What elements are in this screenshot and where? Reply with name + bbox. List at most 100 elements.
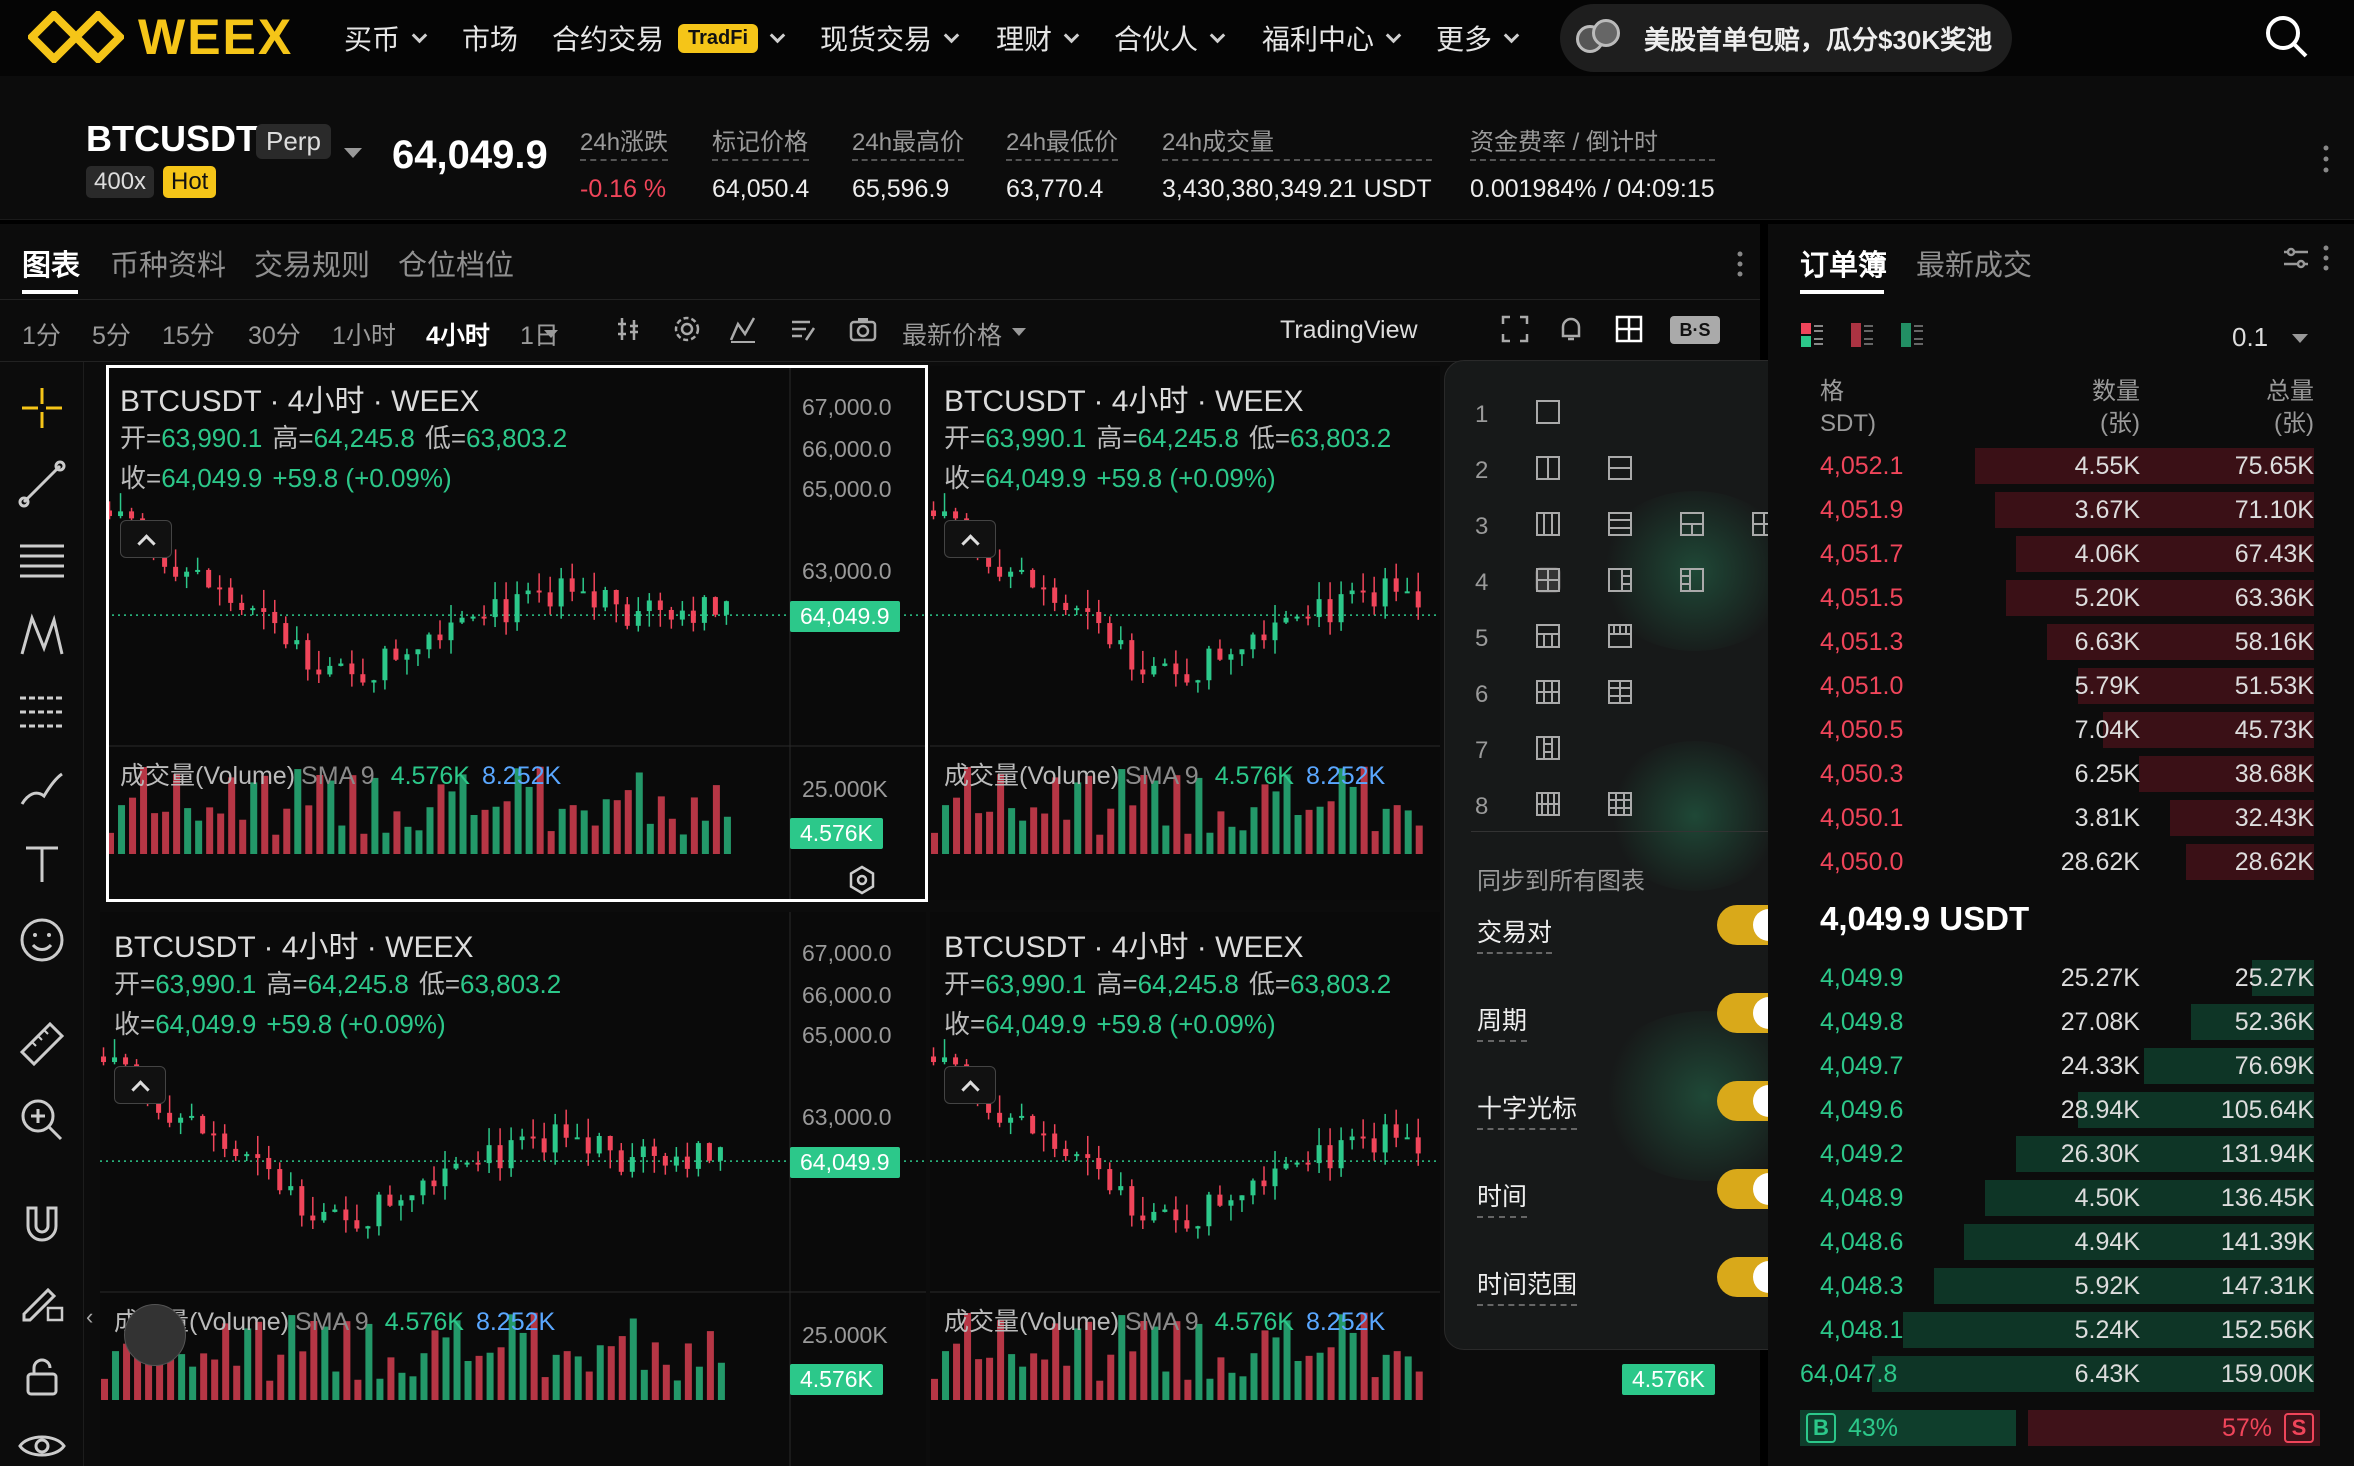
chart-pane-2[interactable]: BTCUSDT · 4小时 · WEEX 开=63,990.1 高=64,245.8… — [100, 912, 926, 1466]
bid-row[interactable]: 4,049.8 27.08K 52.36K — [1800, 1002, 2314, 1042]
precision-select[interactable]: 0.1 — [2232, 322, 2268, 353]
timeframe-6[interactable]: 1日 — [520, 316, 559, 352]
ask-row[interactable]: 4,050.3 6.25K 38.68K — [1800, 754, 2314, 794]
collapse-tools-icon[interactable]: ‹ — [86, 1304, 93, 1330]
price-type-select[interactable]: 最新价格 — [902, 316, 1002, 352]
tab-orderbook-0[interactable]: 订单簿 — [1800, 242, 1887, 284]
bid-row[interactable]: 4,048.1 5.24K 152.56K — [1800, 1310, 2314, 1350]
layout-option-t3a-icon[interactable] — [1679, 511, 1705, 537]
tab-chart-0[interactable]: 图表 — [22, 242, 80, 284]
orderbook-more-icon[interactable] — [2322, 244, 2330, 272]
lock-icon[interactable] — [14, 1348, 70, 1404]
zoom-in-icon[interactable] — [14, 1092, 70, 1148]
crosshair-icon[interactable] — [14, 380, 70, 436]
precision-dropdown-icon[interactable] — [2292, 334, 2308, 343]
tab-orderbook-1[interactable]: 最新成交 — [1916, 242, 2032, 284]
text-tool-icon[interactable] — [14, 836, 70, 892]
buy-sell-markers-icon[interactable]: B·S — [1670, 316, 1720, 344]
bid-row[interactable]: 4,049.7 24.33K 76.69K — [1800, 1046, 2314, 1086]
draw-lock-icon[interactable] — [14, 1272, 70, 1328]
layout-option-v2-icon[interactable] — [1535, 455, 1561, 481]
tradingview-logo-icon[interactable] — [124, 1304, 186, 1366]
layout-option-g8b-icon[interactable] — [1607, 791, 1633, 817]
ask-row[interactable]: 4,050.0 28.62K 28.62K — [1800, 842, 2314, 882]
camera-icon[interactable] — [848, 314, 878, 344]
chart-pane-3[interactable]: BTCUSDT · 4小时 · WEEX 开=63,990.1 高=64,245.8… — [930, 912, 1440, 1466]
collapse-legend-button[interactable] — [114, 1066, 166, 1104]
emoji-icon[interactable] — [14, 912, 70, 968]
timeframe-4[interactable]: 1小时 — [332, 316, 396, 352]
bid-row[interactable]: 4,049.9 25.27K 25.27K — [1800, 958, 2314, 998]
nav-item-3[interactable]: 现货交易 — [820, 16, 960, 60]
bid-row[interactable]: 4,048.9 4.50K 136.45K — [1800, 1178, 2314, 1218]
bids-view-icon[interactable] — [1900, 322, 1924, 348]
layout-option-g4-icon[interactable] — [1535, 567, 1561, 593]
alert-bell-icon[interactable] — [1556, 314, 1586, 344]
nav-item-7[interactable]: 更多 — [1436, 16, 1520, 60]
orderbook-settings-icon[interactable] — [2282, 246, 2310, 270]
ask-row[interactable]: 4,051.0 5.79K 51.53K — [1800, 666, 2314, 706]
layout-option-t5-icon[interactable] — [1535, 623, 1561, 649]
ask-row[interactable]: 4,051.9 3.67K 71.10K — [1800, 490, 2314, 530]
symbol-dropdown-icon[interactable] — [344, 148, 362, 158]
layout-option-h3-icon[interactable] — [1607, 511, 1633, 537]
bid-row[interactable]: 64,047.8 6.43K 159.00K — [1800, 1354, 2314, 1394]
nav-item-4[interactable]: 理财 — [996, 16, 1080, 60]
collapse-legend-button[interactable] — [944, 520, 996, 558]
layout-option-g8-icon[interactable] — [1535, 791, 1561, 817]
layout-option-single-icon[interactable] — [1535, 399, 1561, 425]
tab-chart-2[interactable]: 交易规则 — [254, 242, 370, 284]
bid-row[interactable]: 4,048.6 4.94K 141.39K — [1800, 1222, 2314, 1262]
nav-item-6[interactable]: 福利中心 — [1262, 16, 1402, 60]
search-icon[interactable] — [2262, 12, 2312, 62]
fib-retracement-icon[interactable] — [14, 684, 70, 740]
layout-grid-icon[interactable] — [1614, 314, 1644, 344]
layout-option-g6-icon[interactable] — [1535, 679, 1561, 705]
fullscreen-icon[interactable] — [1500, 314, 1530, 344]
pattern-icon[interactable] — [14, 608, 70, 664]
ask-row[interactable]: 4,051.5 5.20K 63.36K — [1800, 578, 2314, 618]
promo-banner[interactable]: 美股首单包赔，瓜分$30K奖池 — [1560, 4, 2012, 72]
settings-icon[interactable] — [672, 314, 702, 344]
layout-option-g7-icon[interactable] — [1535, 735, 1561, 761]
layout-option-s4b-icon[interactable] — [1679, 567, 1705, 593]
timeframe-0[interactable]: 1分 — [22, 316, 61, 352]
asks-view-icon[interactable] — [1850, 322, 1874, 348]
nav-item-2[interactable]: 合约交易 TradFi — [552, 16, 786, 60]
nav-item-1[interactable]: 市场 — [462, 16, 518, 60]
symbol-name[interactable]: BTCUSDT — [86, 118, 258, 160]
ask-row[interactable]: 4,051.3 6.63K 58.16K — [1800, 622, 2314, 662]
timeframe-3[interactable]: 30分 — [248, 316, 301, 352]
eye-icon[interactable] — [14, 1418, 70, 1466]
candle-type-icon[interactable] — [614, 314, 644, 344]
timeframe-5[interactable]: 4小时 — [426, 316, 490, 352]
chart-more-icon[interactable] — [1736, 250, 1744, 278]
bid-row[interactable]: 4,049.6 28.94K 105.64K — [1800, 1090, 2314, 1130]
bid-row[interactable]: 4,048.3 5.92K 147.31K — [1800, 1266, 2314, 1306]
weex-logo[interactable]: WEEX — [28, 8, 293, 66]
magnet-icon[interactable] — [14, 1196, 70, 1252]
layout-option-g6b-icon[interactable] — [1607, 679, 1633, 705]
collapse-legend-button[interactable] — [120, 520, 172, 558]
collapse-legend-button[interactable] — [944, 1066, 996, 1104]
tradingview-button[interactable]: TradingView — [1280, 316, 1418, 345]
layout-option-v3-icon[interactable] — [1535, 511, 1561, 537]
nav-item-5[interactable]: 合伙人 — [1114, 16, 1226, 60]
draw-template-icon[interactable] — [788, 314, 818, 344]
price-type-dropdown-icon[interactable] — [1012, 328, 1026, 336]
chart-settings-icon[interactable] — [846, 864, 878, 896]
layout-option-t5b-icon[interactable] — [1607, 623, 1633, 649]
nav-item-0[interactable]: 买币 — [344, 16, 428, 60]
ask-row[interactable]: 4,050.5 7.04K 45.73K — [1800, 710, 2314, 750]
more-vert-icon[interactable] — [2322, 144, 2330, 174]
timeframe-1[interactable]: 5分 — [92, 316, 131, 352]
ask-row[interactable]: 4,050.1 3.81K 32.43K — [1800, 798, 2314, 838]
brush-icon[interactable] — [14, 760, 70, 816]
horizontal-lines-icon[interactable] — [14, 532, 70, 588]
chart-pane-0[interactable]: BTCUSDT · 4小时 · WEEX 开=63,990.1 高=64,245.8… — [106, 366, 926, 900]
ruler-icon[interactable] — [14, 1016, 70, 1072]
timeframe-2[interactable]: 15分 — [162, 316, 215, 352]
layout-option-h2-icon[interactable] — [1607, 455, 1633, 481]
chart-pane-1[interactable]: BTCUSDT · 4小时 · WEEX 开=63,990.1 高=64,245.8… — [930, 366, 1440, 900]
bid-row[interactable]: 4,049.2 26.30K 131.94K — [1800, 1134, 2314, 1174]
